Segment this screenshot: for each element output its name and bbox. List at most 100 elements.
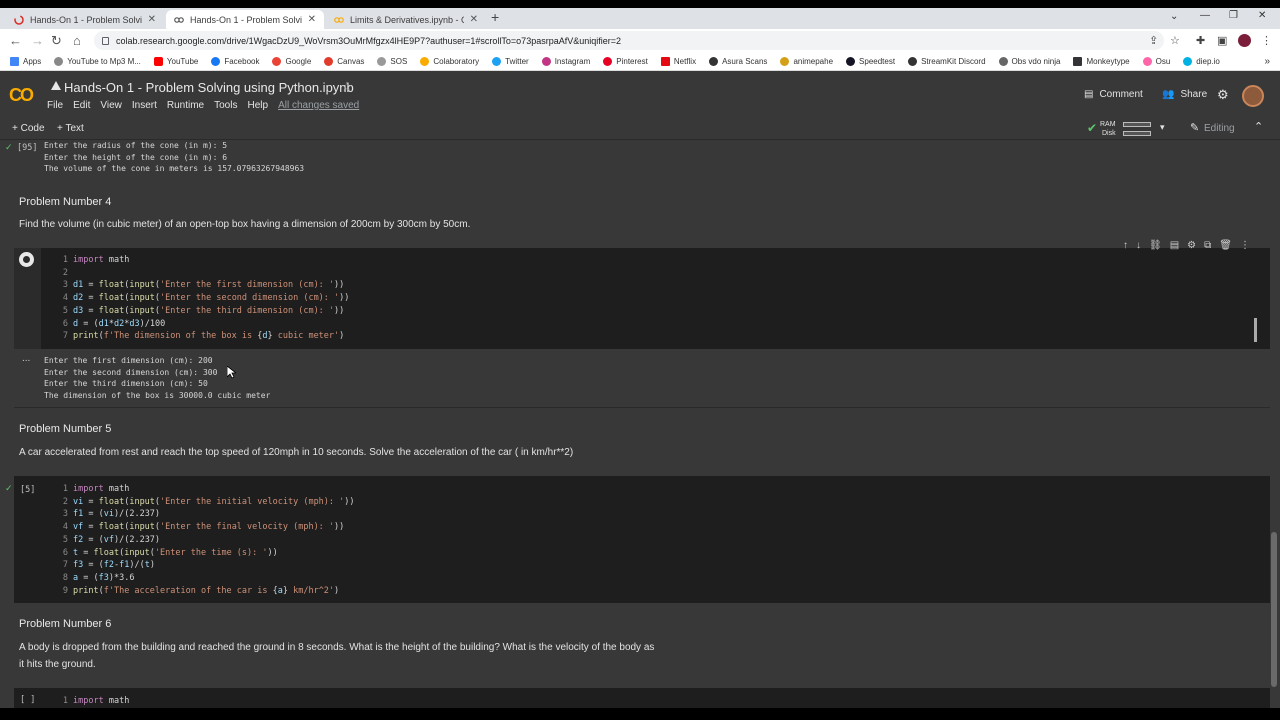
editing-status[interactable]: Editing — [1204, 123, 1235, 134]
side-panel-icon[interactable]: ▣ — [1217, 34, 1227, 47]
bookmark-colaboratory[interactable]: Colaboratory — [420, 56, 479, 66]
menu-view[interactable]: View — [100, 100, 122, 111]
cell-output-area: ... Enter the first dimension (cm): 200 … — [14, 349, 1270, 408]
bookmark-label: Speedtest — [859, 56, 896, 66]
code-cell-problem-5[interactable]: [5] 1 import math 2 vi = float(input('Ente… — [14, 476, 1270, 603]
bookmark-diep[interactable]: diep.io — [1183, 56, 1220, 66]
menu-insert[interactable]: Insert — [132, 100, 157, 111]
reload-icon[interactable]: ↻ — [51, 33, 62, 49]
bookmark-pinterest[interactable]: Pinterest — [603, 56, 648, 66]
menu-tools[interactable]: Tools — [214, 100, 237, 111]
close-tab-icon[interactable]: ✕ — [148, 14, 156, 25]
browser-tab-title: Limits & Derivatives.ipynb - Cola — [350, 14, 464, 25]
google-icon — [272, 56, 282, 66]
bookmark-netflix[interactable]: Netflix — [660, 56, 696, 66]
new-tab-icon[interactable]: + — [491, 9, 499, 25]
bookmark-animepahe[interactable]: animepahe — [780, 56, 833, 66]
url-input[interactable]: colab.research.google.com/drive/1WgacDzU… — [94, 31, 1164, 50]
star-icon[interactable]: ☆ — [341, 79, 353, 95]
mirror-cell-icon[interactable]: ⧉ — [1204, 240, 1211, 251]
bookmark-label: Obs vdo ninja — [1011, 56, 1061, 66]
menu-help[interactable]: Help — [247, 100, 268, 111]
move-down-icon[interactable]: ↓ — [1136, 240, 1141, 251]
execution-count: [ ] — [20, 695, 36, 705]
cell-gutter — [14, 476, 41, 603]
move-up-icon[interactable]: ↑ — [1123, 240, 1128, 251]
add-code-button[interactable]: + Code — [12, 123, 45, 134]
bookmark-label: YouTube to Mp3 M... — [67, 56, 141, 66]
menu-edit[interactable]: Edit — [73, 100, 90, 111]
cell-settings-icon[interactable]: ⚙ — [1187, 240, 1196, 251]
apps-grid-icon — [10, 56, 19, 66]
link-icon[interactable]: ⛓ — [1149, 240, 1162, 251]
profile-avatar[interactable] — [1238, 34, 1251, 47]
close-window-icon[interactable]: ✕ — [1258, 10, 1266, 21]
browser-tab-3[interactable]: Limits & Derivatives.ipynb - Cola ✕ — [326, 10, 486, 29]
bookmark-star-icon[interactable]: ☆ — [1170, 34, 1180, 47]
disk-bar — [1123, 131, 1151, 136]
share-page-icon[interactable]: ⇪ — [1149, 34, 1158, 47]
run-cell-button[interactable] — [19, 252, 34, 267]
code-editor[interactable]: 1 import math — [60, 695, 129, 708]
bookmark-canvas[interactable]: Canvas — [324, 56, 364, 66]
bookmark-monkeytype[interactable]: Monkeytype — [1073, 56, 1130, 66]
forward-arrow-icon[interactable]: → — [31, 33, 44, 48]
drive-icon — [51, 81, 61, 90]
kebab-menu-icon[interactable]: ⋮ — [1261, 34, 1272, 47]
globe-icon — [998, 56, 1008, 66]
output-actions-icon[interactable]: ... — [22, 353, 30, 364]
resources-dropdown-icon[interactable]: ▾ — [1160, 122, 1165, 133]
close-tab-icon[interactable]: ✕ — [308, 14, 316, 25]
bookmark-sos[interactable]: SOS — [377, 56, 407, 66]
code-cell-problem-6[interactable]: [ ] 1 import math — [14, 688, 1270, 708]
bookmark-streamkit[interactable]: StreamKit Discord — [908, 56, 986, 66]
bookmark-youtube[interactable]: YouTube — [153, 56, 198, 66]
notebook-scrollbar[interactable] — [1271, 532, 1277, 687]
save-status[interactable]: All changes saved — [278, 100, 359, 111]
collapse-chevron-icon[interactable]: ⌃ — [1254, 120, 1263, 133]
home-icon[interactable]: ⌂ — [73, 33, 81, 48]
back-arrow-icon[interactable]: ← — [9, 33, 22, 48]
share-button[interactable]: 👥 Share — [1162, 89, 1207, 100]
close-tab-icon[interactable]: ✕ — [470, 14, 478, 25]
more-options-icon[interactable]: ⋮ — [1240, 240, 1250, 251]
editor-scrollbar[interactable] — [1254, 318, 1257, 342]
code-editor[interactable]: 1 import math 2 3 d1 = float(input('Enter … — [60, 254, 350, 343]
code-editor[interactable]: 1 import math 2 vi = float(input('Enter th… — [60, 483, 355, 597]
extensions-icon[interactable]: ✚ — [1196, 34, 1205, 47]
browser-tab-2[interactable]: Hands-On 1 - Problem Solving u ✕ — [166, 10, 324, 29]
comment-button[interactable]: ▤ Comment — [1084, 89, 1143, 100]
asura-icon — [709, 56, 719, 66]
delete-cell-icon[interactable]: 🗑 — [1219, 240, 1232, 251]
bookmark-obs[interactable]: Obs vdo ninja — [998, 56, 1061, 66]
add-text-button[interactable]: + Text — [57, 123, 84, 134]
menu-runtime[interactable]: Runtime — [167, 100, 204, 111]
restore-icon[interactable]: ❐ — [1229, 10, 1238, 21]
ram-disk-indicator[interactable]: RAM Disk — [1100, 120, 1116, 138]
comment-cell-icon[interactable]: ▤ — [1170, 240, 1179, 251]
chevron-down-icon[interactable]: ⌄ — [1170, 11, 1178, 22]
crown-icon — [780, 56, 790, 66]
bookmark-apps[interactable]: Apps — [10, 56, 41, 66]
bookmark-asura[interactable]: Asura Scans — [709, 56, 767, 66]
user-avatar[interactable] — [1242, 85, 1264, 107]
bookmark-speedtest[interactable]: Speedtest — [846, 56, 896, 66]
bookmark-twitter[interactable]: Twitter — [492, 56, 529, 66]
bookmark-label: Instagram — [554, 56, 591, 66]
colab-icon — [174, 16, 184, 23]
bookmark-instagram[interactable]: Instagram — [541, 56, 591, 66]
minimize-icon[interactable]: — — [1200, 10, 1210, 21]
notebook-title[interactable]: Hands-On 1 - Problem Solving using Pytho… — [64, 80, 354, 95]
code-cell-problem-4[interactable]: 1 import math 2 3 d1 = float(input('Enter … — [14, 248, 1270, 349]
browser-tab-1[interactable]: Hands-On 1 - Problem Solving u ✕ — [6, 10, 164, 29]
bookmark-facebook[interactable]: Facebook — [211, 56, 259, 66]
streamkit-icon — [908, 56, 918, 66]
more-bookmarks-icon[interactable]: » — [1264, 56, 1270, 67]
menu-file[interactable]: File — [47, 100, 63, 111]
bookmark-osu[interactable]: Osu — [1142, 56, 1170, 66]
bookmark-google[interactable]: Google — [272, 56, 312, 66]
bookmark-youtube-mp3[interactable]: YouTube to Mp3 M... — [54, 56, 141, 66]
bookmark-label: Google — [285, 56, 312, 66]
settings-gear-icon[interactable]: ⚙ — [1217, 87, 1229, 103]
colab-logo[interactable]: CO — [9, 85, 34, 106]
